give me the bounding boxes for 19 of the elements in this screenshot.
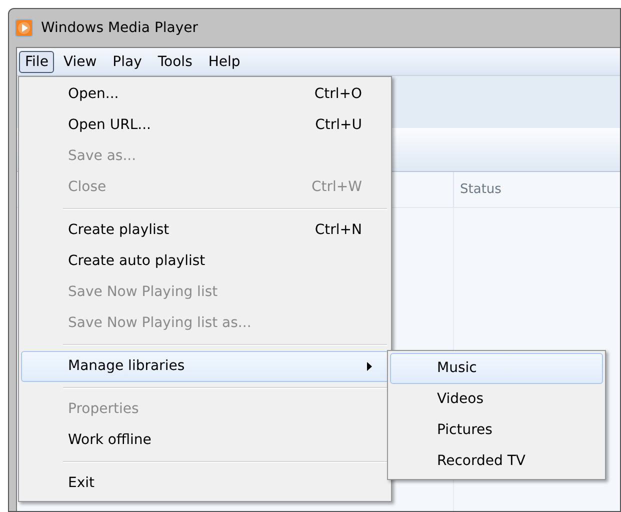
column-header[interactable]: Status xyxy=(460,180,502,200)
menu-item[interactable]: Music xyxy=(390,353,603,384)
menu-bar-item[interactable]: Tools xyxy=(150,50,200,72)
menu-item[interactable]: Work offline xyxy=(21,425,389,456)
menu-item[interactable]: Manage libraries xyxy=(21,351,389,382)
play-logo-icon xyxy=(15,19,33,37)
menu-bar-item[interactable]: Play xyxy=(106,50,149,72)
menu-bar-item[interactable]: File xyxy=(19,50,54,72)
submenu-arrow-icon xyxy=(367,362,372,371)
menu-bar-item[interactable]: View xyxy=(56,50,104,72)
menu-item[interactable]: Create auto playlist xyxy=(21,246,389,277)
window-title: Windows Media Player xyxy=(41,18,198,38)
menu-item[interactable]: Recorded TV xyxy=(390,446,603,477)
menu-item[interactable]: Create playlist Ctrl+N xyxy=(21,215,389,246)
menu-item[interactable]: Exit xyxy=(21,468,389,499)
menu-bar-item[interactable]: Help xyxy=(201,50,248,72)
menu-item[interactable]: Open URL... Ctrl+U xyxy=(21,110,389,141)
menu-item[interactable]: Videos xyxy=(390,384,603,415)
menu-item[interactable]: Pictures xyxy=(390,415,603,446)
